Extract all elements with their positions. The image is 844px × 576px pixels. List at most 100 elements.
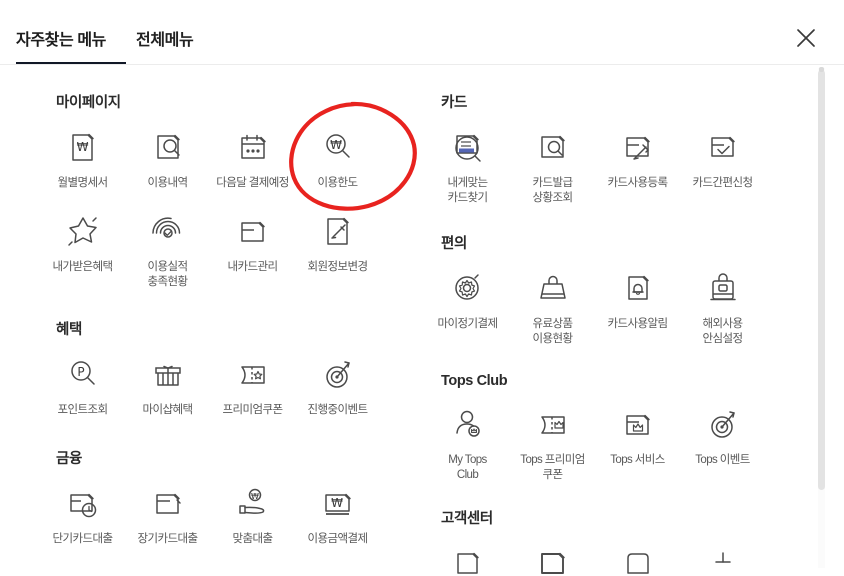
menu-item-customer-2[interactable] [510, 536, 595, 576]
menu-item-card-easy-apply[interactable]: 카드간편신청 [680, 120, 765, 218]
menu-column-left: 마이페이지 ₩ 월별명세서 이용내역 다음달 결제예정 ₩ 이용한도 내가받은혜… [40, 65, 430, 560]
menu-item-label: 장기카드대출 [137, 533, 198, 545]
menu-item-my-tops-club[interactable]: My Tops Club [425, 397, 510, 495]
menu-item-label: 카드발급 상황조회 [532, 177, 574, 204]
menu-item-member-info-change[interactable]: 회원정보변경 [295, 204, 380, 302]
section-title: 고객센터 [441, 511, 493, 527]
menu-item-label: 카드사용등록 [607, 177, 668, 189]
section-title: 금융 [56, 451, 82, 467]
menu-item-tops-event[interactable]: Tops 이벤트 [680, 397, 765, 495]
menu-item-paid-product-status[interactable]: 유료상품 이용현황 [510, 261, 595, 359]
menu-item-label: My Tops Club [448, 454, 487, 481]
menu-item-myshop-benefit[interactable]: 마이샵혜택 [125, 347, 210, 431]
menu-item-label: 이용실적 충족현황 [147, 261, 189, 288]
menu-item-premium-coupon[interactable]: 프리미엄쿠폰 [210, 347, 295, 431]
menu-item-label: 마이정기결제 [437, 318, 498, 330]
cut-off-icon-3 [615, 540, 661, 576]
card-pen-icon [145, 480, 191, 526]
menu-item-customer-4[interactable] [680, 536, 765, 576]
svg-text:P: P [77, 365, 84, 379]
menu-item-label: Tops 이벤트 [695, 454, 750, 466]
section-benefits: 혜택 P 포인트조회 마이샵혜택 프리미엄쿠폰 진행중이벤트 [40, 318, 430, 431]
section-finance: 금융 단기카드대출 장기카드대출 ₩ 맞춤대출 ₩ 이용금액결제 [40, 447, 430, 560]
point-magnifier-icon: P [60, 351, 106, 397]
menu-item-label: 내가받은혜택 [52, 261, 113, 273]
menu-item-received-benefits[interactable]: 내가받은혜택 [40, 204, 125, 302]
svg-text:₩: ₩ [330, 138, 342, 152]
cut-off-icon-2 [530, 540, 576, 576]
menu-item-card-use-alert[interactable]: 카드사용알림 [595, 261, 680, 359]
section-title: 카드 [441, 95, 467, 111]
menu-item-label: Tops 프리미엄 쿠폰 [520, 454, 585, 481]
menu-item-custom-loan[interactable]: ₩ 맞춤대출 [210, 476, 295, 560]
card-clock-icon [60, 480, 106, 526]
card-check-icon [700, 124, 746, 170]
menu-item-label: 맞춤대출 [232, 533, 274, 545]
card-chart-magnifier-icon [445, 124, 491, 170]
gift-box-icon [145, 351, 191, 397]
svg-text:₩: ₩ [251, 492, 259, 501]
menu-item-label: 이용내역 [147, 177, 189, 189]
menu-item-point-inquiry[interactable]: P 포인트조회 [40, 347, 125, 431]
menu-item-tops-premium-coupon[interactable]: Tops 프리미엄 쿠폰 [510, 397, 595, 495]
menu-item-label: 진행중이벤트 [307, 404, 368, 416]
tab-all-menu[interactable]: 전체메뉴 [136, 26, 194, 50]
menu-column-right: 카드 내게맞는 카드찾기 카드발급 상황조회 카드사용등록 카드간편신청 편의 … [425, 65, 815, 576]
menu-grid: 단기카드대출 장기카드대출 ₩ 맞춤대출 ₩ 이용금액결제 [40, 476, 430, 560]
menu-item-label: 회원정보변경 [307, 261, 368, 273]
tab-bar: 자주찾는 메뉴 전체메뉴 [0, 0, 844, 65]
menu-item-tops-service[interactable]: Tops 서비스 [595, 397, 680, 495]
menu-item-label: 해외사용 안심설정 [702, 318, 744, 345]
tab-favorite-menu[interactable]: 자주찾는 메뉴 [16, 26, 106, 50]
menu-item-customer-3[interactable] [595, 536, 680, 576]
menu-item-find-my-card[interactable]: 내게맞는 카드찾기 [425, 120, 510, 218]
document-pen-icon [315, 208, 361, 254]
card-folder-icon [230, 208, 276, 254]
menu-item-long-term-loan[interactable]: 장기카드대출 [125, 476, 210, 560]
svg-text:₩: ₩ [331, 496, 343, 510]
menu-item-my-recurring-payment[interactable]: 마이정기결제 [425, 261, 510, 359]
person-crown-icon [445, 401, 491, 447]
section-mypage: 마이페이지 ₩ 월별명세서 이용내역 다음달 결제예정 ₩ 이용한도 내가받은혜… [40, 91, 430, 302]
cut-off-icon-1 [445, 540, 491, 576]
menu-item-next-month-payment[interactable]: 다음달 결제예정 [210, 120, 295, 204]
section-title: 마이페이지 [56, 95, 121, 111]
menu-item-payment-amount[interactable]: ₩ 이용금액결제 [295, 476, 380, 560]
ticket-crown-icon [530, 401, 576, 447]
menu-grid: My Tops Club Tops 프리미엄 쿠폰 Tops 서비스 Tops … [425, 397, 815, 495]
folder-crown-icon [615, 401, 661, 447]
menu-item-label: 마이샵혜택 [142, 404, 194, 416]
menu-item-my-card-management[interactable]: 내카드관리 [210, 204, 295, 302]
section-customer-center: 고객센터 [425, 507, 815, 576]
menu-item-card-use-register[interactable]: 카드사용등록 [595, 120, 680, 218]
menu-item-usage-history[interactable]: 이용내역 [125, 120, 210, 204]
close-icon [797, 29, 815, 47]
scrollbar-cap [819, 67, 824, 72]
menu-item-usage-achievement[interactable]: 이용실적 충족현황 [125, 204, 210, 302]
cut-off-icon-4 [700, 540, 746, 576]
section-convenience: 편의 마이정기결제 유료상품 이용현황 카드사용알림 해외사용 안심설정 [425, 232, 815, 359]
bell-document-icon [615, 265, 661, 311]
menu-scroll-area[interactable]: 마이페이지 ₩ 월별명세서 이용내역 다음달 결제예정 ₩ 이용한도 내가받은혜… [0, 65, 844, 576]
menu-item-short-term-loan[interactable]: 단기카드대출 [40, 476, 125, 560]
menu-item-label: 이용한도 [317, 177, 359, 189]
section-title: 편의 [441, 236, 467, 252]
won-card-icon: ₩ [315, 480, 361, 526]
menu-item-ongoing-event[interactable]: 진행중이벤트 [295, 347, 380, 431]
menu-item-customer-1[interactable] [425, 536, 510, 576]
menu-item-monthly-statement[interactable]: ₩ 월별명세서 [40, 120, 125, 204]
menu-grid: 내게맞는 카드찾기 카드발급 상황조회 카드사용등록 카드간편신청 [425, 120, 815, 218]
menu-item-usage-limit[interactable]: ₩ 이용한도 [295, 120, 380, 204]
menu-item-label: 유료상품 이용현황 [532, 318, 574, 345]
menu-grid [425, 536, 815, 576]
menu-item-card-issue-status[interactable]: 카드발급 상황조회 [510, 120, 595, 218]
lock-shield-icon [700, 265, 746, 311]
menu-grid: 마이정기결제 유료상품 이용현황 카드사용알림 해외사용 안심설정 [425, 261, 815, 359]
menu-item-label: 내게맞는 카드찾기 [447, 177, 489, 204]
menu-item-overseas-safe-setting[interactable]: 해외사용 안심설정 [680, 261, 765, 359]
menu-item-label: 월별명세서 [57, 177, 109, 189]
won-magnifier-icon: ₩ [315, 124, 361, 170]
scrollbar-thumb[interactable] [818, 70, 825, 490]
close-button[interactable] [790, 22, 822, 54]
menu-item-label: 이용금액결제 [307, 533, 368, 545]
